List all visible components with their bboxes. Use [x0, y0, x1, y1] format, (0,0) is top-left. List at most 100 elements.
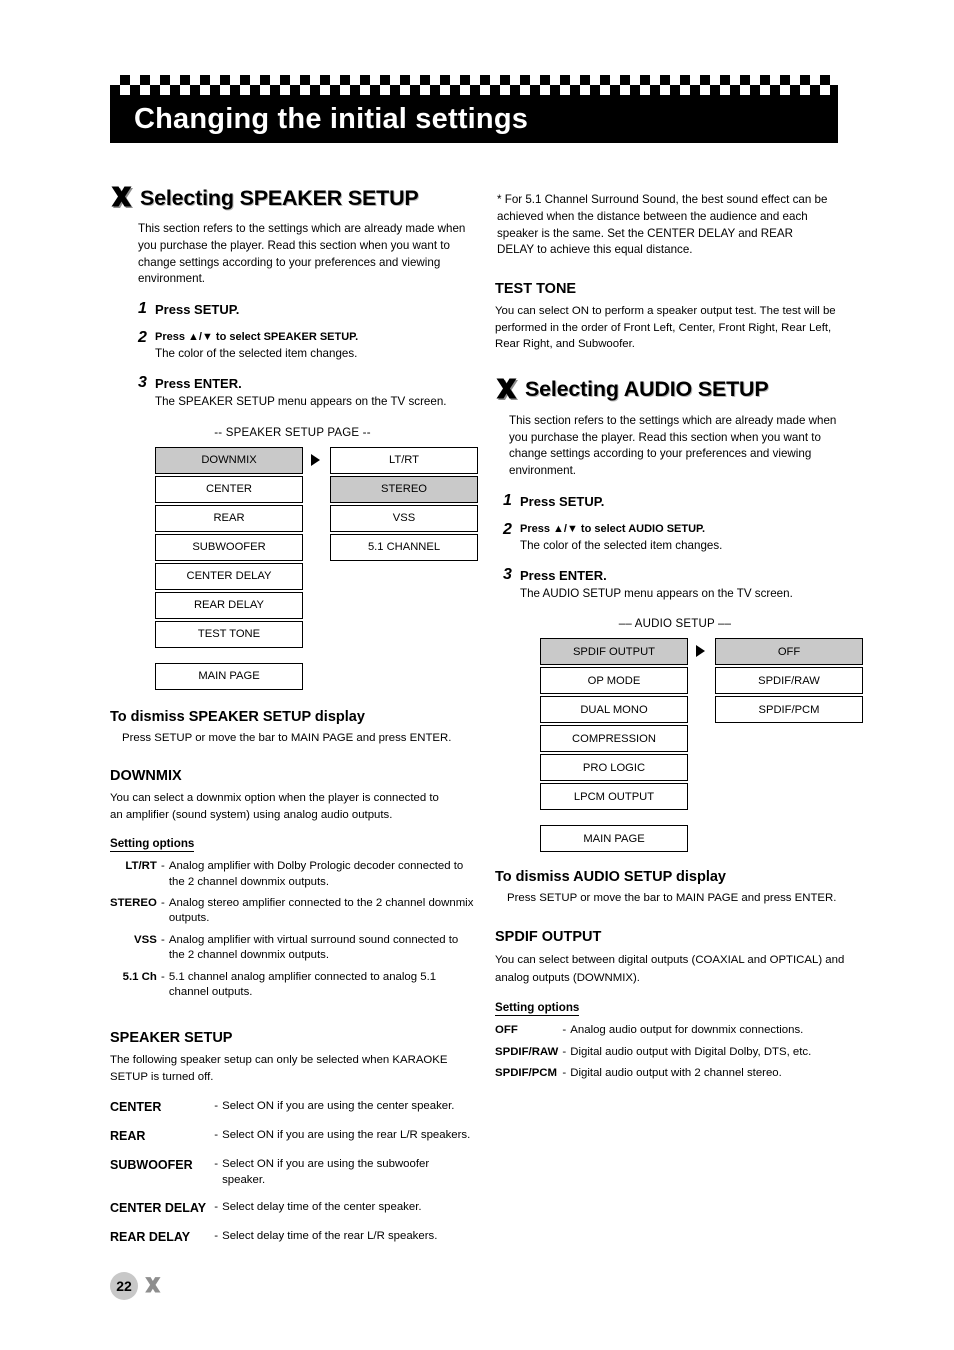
table-row: REAR DELAY - Select delay time of the re… [110, 1229, 475, 1258]
menu-item-main-page-speaker[interactable]: MAIN PAGE [155, 662, 303, 690]
spdif-option-value-0: Analog audio output for downmix connecti… [570, 1024, 804, 1037]
spdif-option-key-1: SPDIF/RAW [495, 1045, 559, 1058]
step-1-title-left: Press SETUP. [155, 302, 240, 318]
dash-separator: - [214, 1100, 218, 1113]
step-2-sub-left: The color of the selected item changes. [155, 347, 358, 361]
speaker-option-key-0: CENTER [110, 1100, 162, 1115]
dismiss-speaker-heading: To dismiss SPEAKER SETUP display [110, 708, 365, 725]
downmix-option-key-1: STEREO [110, 897, 157, 909]
menu-item-rear[interactable]: REAR [155, 504, 303, 532]
step-3-sub-left: The SPEAKER SETUP menu appears on the TV… [155, 395, 447, 409]
x-mark-icon [110, 185, 136, 211]
downmix-setting-options-label: Setting options [110, 837, 195, 853]
dismiss-speaker-text: Press SETUP or move the bar to MAIN PAGE… [122, 731, 452, 744]
table-row: OFF - Analog audio output for downmix co… [495, 1023, 811, 1044]
document-page: Changing the initial settings Selecting … [0, 0, 954, 1350]
speaker-option-value-1: Select ON if you are using the rear L/R … [222, 1129, 471, 1142]
section-heading-speaker-setup: Selecting SPEAKER SETUP [110, 185, 475, 211]
audio-menu-caption: –– AUDIO SETUP –– [618, 618, 732, 631]
dismiss-audio-text: Press SETUP or move the bar to MAIN PAGE… [507, 892, 837, 905]
table-row: VSS - Analog amplifier with virtual surr… [110, 933, 475, 970]
menu-item-subwoofer[interactable]: SUBWOOFER [155, 533, 303, 561]
dash-separator: - [160, 933, 165, 946]
menu-option-spdif-raw[interactable]: SPDIF/RAW [715, 667, 863, 695]
speaker-setup-heading: SPEAKER SETUP [110, 1030, 233, 1047]
dash-separator: - [160, 897, 165, 909]
section-heading-audio-setup: Selecting AUDIO SETUP [495, 377, 855, 403]
menu-option-ltrt[interactable]: LT/RT [330, 446, 478, 474]
section-title-prefix-right: Selecting [525, 377, 624, 402]
step-2-title-left: Press ▲/▼ to select SPEAKER SETUP. [155, 331, 359, 344]
menu-item-test-tone[interactable]: TEST TONE [155, 620, 303, 648]
left-column: Selecting SPEAKER SETUP This section ref… [110, 185, 478, 1258]
table-row: CENTER DELAY - Select delay time of the … [110, 1200, 475, 1229]
menu-option-spdif-pcm[interactable]: SPDIF/PCM [715, 696, 863, 724]
step-3-title-left: Press ENTER. [155, 376, 242, 392]
menu-item-dual-mono[interactable]: DUAL MONO [540, 696, 688, 724]
downmix-option-key-2: VSS [134, 933, 157, 946]
dash-separator: - [214, 1200, 218, 1213]
menu-option-stereo[interactable]: STEREO [330, 475, 478, 503]
step-1-number-left: 1 [138, 300, 147, 318]
spdif-option-key-0: OFF [495, 1024, 518, 1037]
menu-item-downmix[interactable]: DOWNMIX [155, 446, 303, 474]
table-row: LT/RT - Analog amplifier with Dolby Prol… [110, 859, 475, 896]
spdif-option-value-2: Digital audio output with 2 channel ster… [570, 1067, 782, 1080]
speaker-option-value-0: Select ON if you are using the center sp… [222, 1100, 455, 1113]
step-3-right: 3 Press ENTER. The AUDIO SETUP menu appe… [503, 566, 855, 602]
step-1-right: 1 Press SETUP. [503, 491, 855, 509]
downmix-option-value-1: Analog stereo amplifier connected to the… [168, 897, 474, 925]
spdif-option-key-2: SPDIF/PCM [495, 1067, 558, 1080]
dash-separator: - [160, 970, 165, 983]
menu-item-op-mode[interactable]: OP MODE [540, 667, 688, 695]
speaker-menu-caption: -- SPEAKER SETUP PAGE -- [214, 426, 371, 439]
arrow-right-icon-speaker [311, 453, 320, 466]
step-2-title-right: Press ▲/▼ to select AUDIO SETUP. [520, 522, 706, 535]
menu-item-center-delay[interactable]: CENTER DELAY [155, 562, 303, 590]
menu-option-vss[interactable]: VSS [330, 504, 478, 532]
step-3-number-left: 3 [138, 374, 147, 392]
menu-item-center[interactable]: CENTER [155, 475, 303, 503]
step-1-title-right: Press SETUP. [520, 493, 605, 509]
speaker-option-key-2: SUBWOOFER [110, 1158, 193, 1173]
spdif-setting-options-label: Setting options [495, 1001, 580, 1017]
table-row: STEREO - Analog stereo amplifier connect… [110, 896, 475, 933]
step-2-right: 2 Press ▲/▼ to select AUDIO SETUP. The c… [503, 520, 855, 554]
dash-separator: - [214, 1229, 218, 1242]
step-1-number-right: 1 [503, 491, 512, 509]
menu-item-spdif-output[interactable]: SPDIF OUTPUT [540, 638, 688, 666]
test-tone-text: You can select ON to perform a speaker o… [495, 305, 836, 351]
step-3-left: 3 Press ENTER. The SPEAKER SETUP menu ap… [138, 374, 475, 410]
menu-item-pro-logic[interactable]: PRO LOGIC [540, 754, 688, 782]
page-header: Changing the initial settings [110, 75, 838, 143]
menu-item-main-page-audio[interactable]: MAIN PAGE [540, 825, 688, 853]
dash-separator: - [214, 1129, 218, 1142]
step-2-number-left: 2 [138, 329, 147, 347]
menu-item-compression[interactable]: COMPRESSION [540, 725, 688, 753]
downmix-heading: DOWNMIX [110, 768, 182, 785]
menu-item-lpcm-output[interactable]: LPCM OUTPUT [540, 783, 688, 811]
speaker-option-key-4: REAR DELAY [110, 1229, 191, 1244]
downmix-option-value-2: Analog amplifier with virtual surround s… [168, 933, 459, 962]
spdif-output-text: You can select between digital outputs (… [495, 953, 845, 985]
section-title-prefix-left: Selecting [140, 185, 240, 210]
speaker-option-value-2: Select ON if you are using the subwoofer… [222, 1158, 430, 1186]
menu-option-off[interactable]: OFF [715, 638, 863, 666]
audio-setup-menu-diagram: SPDIF OUTPUT OP MODE DUAL MONO COMPRESSI… [495, 638, 863, 863]
checker-pattern-bar [110, 75, 838, 95]
right-column: * For 5.1 Channel Surround Sound, the be… [495, 192, 863, 1088]
section-title-speaker-setup: Selecting SPEAKER SETUP [140, 186, 419, 211]
speaker-setup-text: The following speaker setup can only be … [110, 1054, 448, 1083]
page-title-bar: Changing the initial settings [110, 95, 838, 143]
downmix-text: You can select a downmix option when the… [110, 792, 439, 821]
menu-option-51channel[interactable]: 5.1 CHANNEL [330, 533, 478, 561]
page-number-area: 22 [110, 1272, 164, 1300]
dash-separator: - [214, 1158, 218, 1171]
dismiss-audio-heading: To dismiss AUDIO SETUP display [495, 869, 726, 886]
section-title-audio-setup: Selecting AUDIO SETUP [525, 377, 769, 402]
table-row: CENTER - Select ON if you are using the … [110, 1099, 475, 1128]
downmix-option-key-0: LT/RT [125, 860, 157, 873]
step-1-left: 1 Press SETUP. [138, 300, 475, 318]
menu-item-rear-delay[interactable]: REAR DELAY [155, 591, 303, 619]
step-2-number-right: 2 [503, 520, 512, 538]
